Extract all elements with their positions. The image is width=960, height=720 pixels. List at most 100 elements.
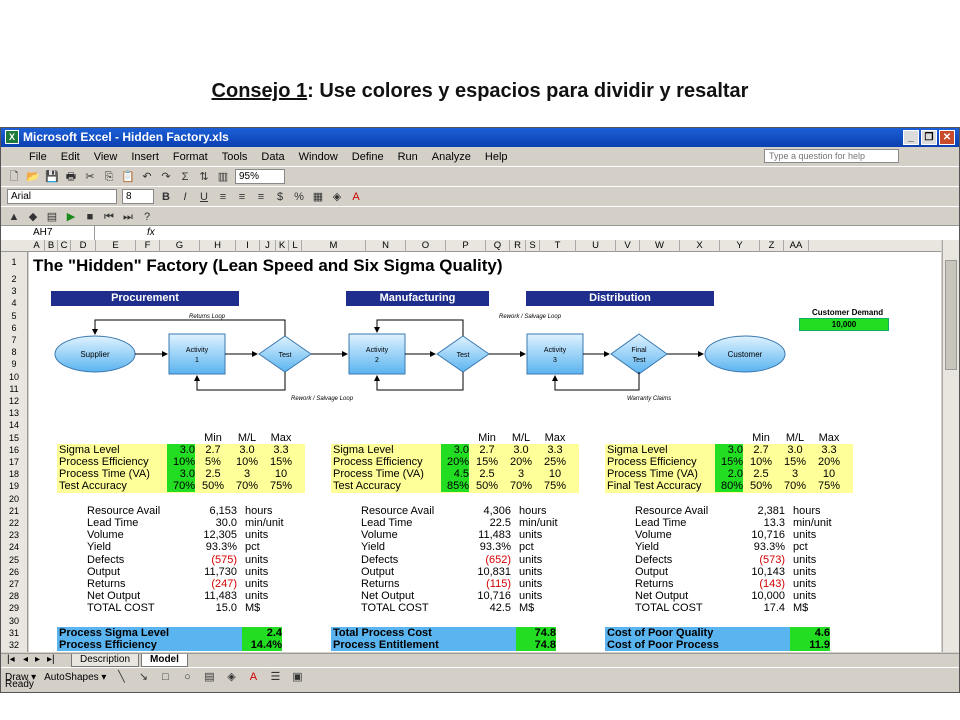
menu-file[interactable]: File bbox=[29, 151, 47, 163]
row-header-10[interactable]: 10 bbox=[1, 371, 27, 383]
open-icon[interactable]: 📂 bbox=[26, 170, 40, 184]
column-header-r[interactable]: R bbox=[510, 240, 526, 252]
row-header-20[interactable]: 20 bbox=[1, 493, 27, 505]
row-header-12[interactable]: 12 bbox=[1, 395, 27, 407]
column-header-m[interactable]: M bbox=[302, 240, 366, 252]
row-header-21[interactable]: 21 bbox=[1, 505, 27, 517]
print-icon[interactable]: 🖶 bbox=[64, 170, 78, 184]
reset-icon[interactable]: ⏮ bbox=[102, 210, 116, 224]
tab-description[interactable]: Description bbox=[71, 654, 140, 667]
menu-help[interactable]: Help bbox=[485, 151, 508, 163]
summary-value[interactable]: 14.4% bbox=[242, 639, 282, 651]
menu-data[interactable]: Data bbox=[261, 151, 284, 163]
borders-icon[interactable]: ▦ bbox=[311, 190, 325, 204]
param-value-cell[interactable]: 3.0 bbox=[167, 443, 195, 456]
column-header-y[interactable]: Y bbox=[720, 240, 760, 252]
column-header-z[interactable]: Z bbox=[760, 240, 784, 252]
define-assumption-icon[interactable]: ▲ bbox=[7, 210, 21, 224]
param-value-cell[interactable]: 4.5 bbox=[441, 468, 469, 481]
column-header-g[interactable]: G bbox=[160, 240, 200, 252]
menu-edit[interactable]: Edit bbox=[61, 151, 80, 163]
row-header-19[interactable]: 19 bbox=[1, 480, 27, 492]
row-header-8[interactable]: 8 bbox=[1, 346, 27, 358]
column-header-h[interactable]: H bbox=[200, 240, 236, 252]
autosum-icon[interactable]: Σ bbox=[178, 170, 192, 184]
row-header-17[interactable]: 17 bbox=[1, 456, 27, 468]
summary-value[interactable]: 11.9 bbox=[790, 639, 830, 651]
param-value-cell[interactable]: 3.0 bbox=[167, 468, 195, 481]
row-header-1[interactable]: 1 bbox=[1, 252, 27, 273]
summary-value[interactable]: 4.6 bbox=[790, 626, 830, 639]
bold-icon[interactable]: B bbox=[159, 190, 173, 204]
row-header-31[interactable]: 31 bbox=[1, 627, 27, 639]
row-header-6[interactable]: 6 bbox=[1, 322, 27, 334]
column-header-aa[interactable]: AA bbox=[784, 240, 809, 252]
column-header-v[interactable]: V bbox=[616, 240, 640, 252]
param-value-cell[interactable]: 3.0 bbox=[715, 443, 743, 456]
column-header-t[interactable]: T bbox=[540, 240, 576, 252]
row-header-32[interactable]: 32 bbox=[1, 639, 27, 651]
column-header-e[interactable]: E bbox=[96, 240, 136, 252]
column-header-s[interactable]: S bbox=[526, 240, 540, 252]
summary-value[interactable]: 74.8 bbox=[516, 626, 556, 639]
help-icon[interactable]: ? bbox=[140, 210, 154, 224]
menu-analyze[interactable]: Analyze bbox=[432, 151, 471, 163]
param-value-cell[interactable]: 15% bbox=[715, 456, 743, 468]
stop-icon[interactable]: ■ bbox=[83, 210, 97, 224]
name-box[interactable]: AH7 bbox=[3, 226, 95, 240]
minimize-button[interactable]: _ bbox=[903, 130, 919, 145]
row-header-22[interactable]: 22 bbox=[1, 517, 27, 529]
fill-color-icon[interactable]: ◈ bbox=[330, 190, 344, 204]
row-header-14[interactable]: 14 bbox=[1, 419, 27, 431]
tab-model[interactable]: Model bbox=[141, 654, 188, 667]
row-header-23[interactable]: 23 bbox=[1, 529, 27, 541]
column-header-x[interactable]: X bbox=[680, 240, 720, 252]
column-header-i[interactable]: I bbox=[236, 240, 260, 252]
chart-icon[interactable]: ▥ bbox=[216, 170, 230, 184]
undo-icon[interactable]: ↶ bbox=[140, 170, 154, 184]
cut-icon[interactable]: ✂ bbox=[83, 170, 97, 184]
param-value-cell[interactable]: 85% bbox=[441, 480, 469, 493]
customer-demand-value[interactable]: 10,000 bbox=[799, 318, 889, 331]
help-search-input[interactable]: Type a question for help bbox=[764, 149, 899, 163]
column-header-b[interactable]: B bbox=[45, 240, 58, 252]
column-header-c[interactable]: C bbox=[58, 240, 71, 252]
define-decision-icon[interactable]: ◆ bbox=[26, 210, 40, 224]
underline-icon[interactable]: U bbox=[197, 190, 211, 204]
row-header-4[interactable]: 4 bbox=[1, 297, 27, 309]
column-header-n[interactable]: N bbox=[366, 240, 406, 252]
menu-run[interactable]: Run bbox=[398, 151, 418, 163]
row-header-25[interactable]: 25 bbox=[1, 554, 27, 566]
summary-value[interactable]: 74.8 bbox=[516, 639, 556, 651]
new-icon[interactable]: 🗋 bbox=[7, 170, 21, 184]
param-value-cell[interactable]: 2.0 bbox=[715, 468, 743, 481]
save-icon[interactable]: 💾 bbox=[45, 170, 59, 184]
currency-icon[interactable]: $ bbox=[273, 190, 287, 204]
close-button[interactable]: ✕ bbox=[939, 130, 955, 145]
align-right-icon[interactable]: ≡ bbox=[254, 190, 268, 204]
menu-insert[interactable]: Insert bbox=[131, 151, 159, 163]
param-value-cell[interactable]: 70% bbox=[167, 480, 195, 493]
align-center-icon[interactable]: ≡ bbox=[235, 190, 249, 204]
row-header-29[interactable]: 29 bbox=[1, 602, 27, 614]
menu-format[interactable]: Format bbox=[173, 151, 208, 163]
row-header-26[interactable]: 26 bbox=[1, 566, 27, 578]
row-header-28[interactable]: 28 bbox=[1, 590, 27, 602]
column-header-f[interactable]: F bbox=[136, 240, 160, 252]
restore-button[interactable]: ❐ bbox=[921, 130, 937, 145]
tab-nav-first-icon[interactable]: |◂ bbox=[7, 654, 15, 665]
tab-nav-last-icon[interactable]: ▸| bbox=[47, 654, 55, 665]
redo-icon[interactable]: ↷ bbox=[159, 170, 173, 184]
param-value-cell[interactable]: 80% bbox=[715, 480, 743, 493]
summary-value[interactable]: 2.4 bbox=[242, 626, 282, 639]
row-header-15[interactable]: 15 bbox=[1, 432, 27, 444]
scroll-thumb[interactable] bbox=[945, 260, 957, 370]
column-header-u[interactable]: U bbox=[576, 240, 616, 252]
copy-icon[interactable]: ⎘ bbox=[102, 170, 116, 184]
param-value-cell[interactable]: 10% bbox=[167, 456, 195, 468]
row-header-2[interactable]: 2 bbox=[1, 273, 27, 285]
row-header-5[interactable]: 5 bbox=[1, 310, 27, 322]
column-header-k[interactable]: K bbox=[276, 240, 289, 252]
menu-view[interactable]: View bbox=[94, 151, 118, 163]
row-header-3[interactable]: 3 bbox=[1, 285, 27, 297]
